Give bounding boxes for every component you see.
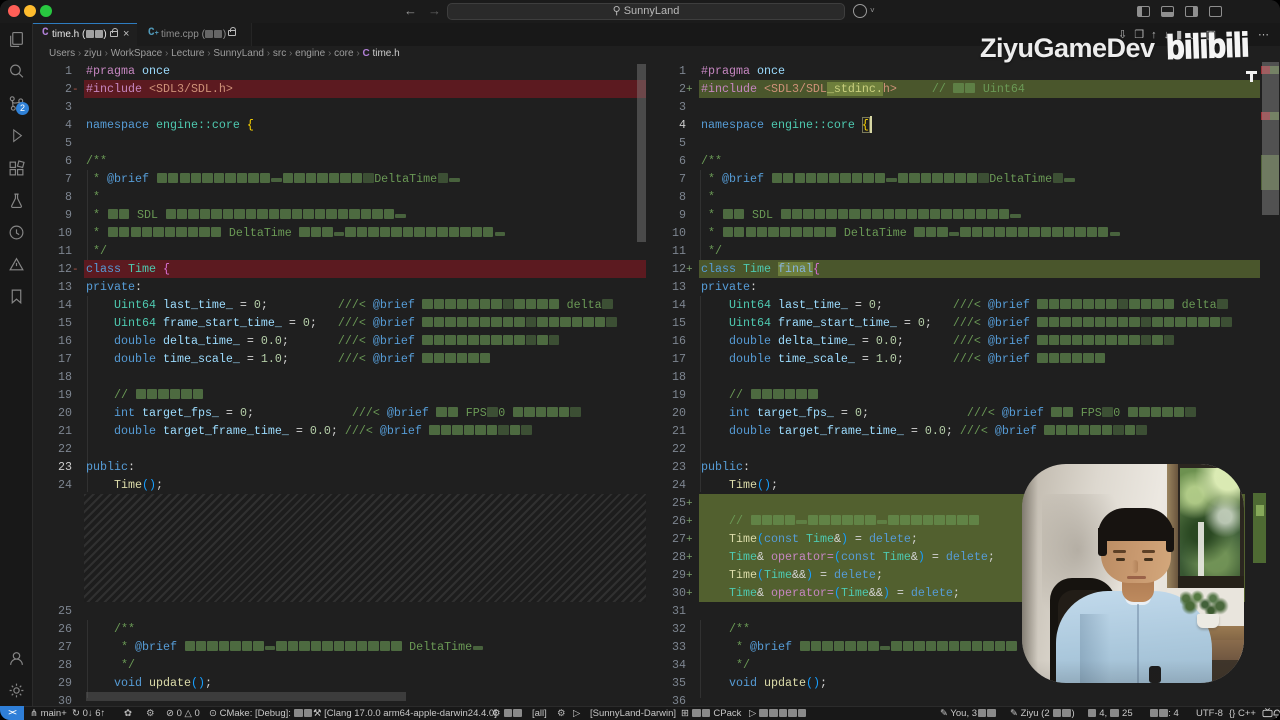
- svg-text:bilibili: bilibili: [1166, 25, 1250, 61]
